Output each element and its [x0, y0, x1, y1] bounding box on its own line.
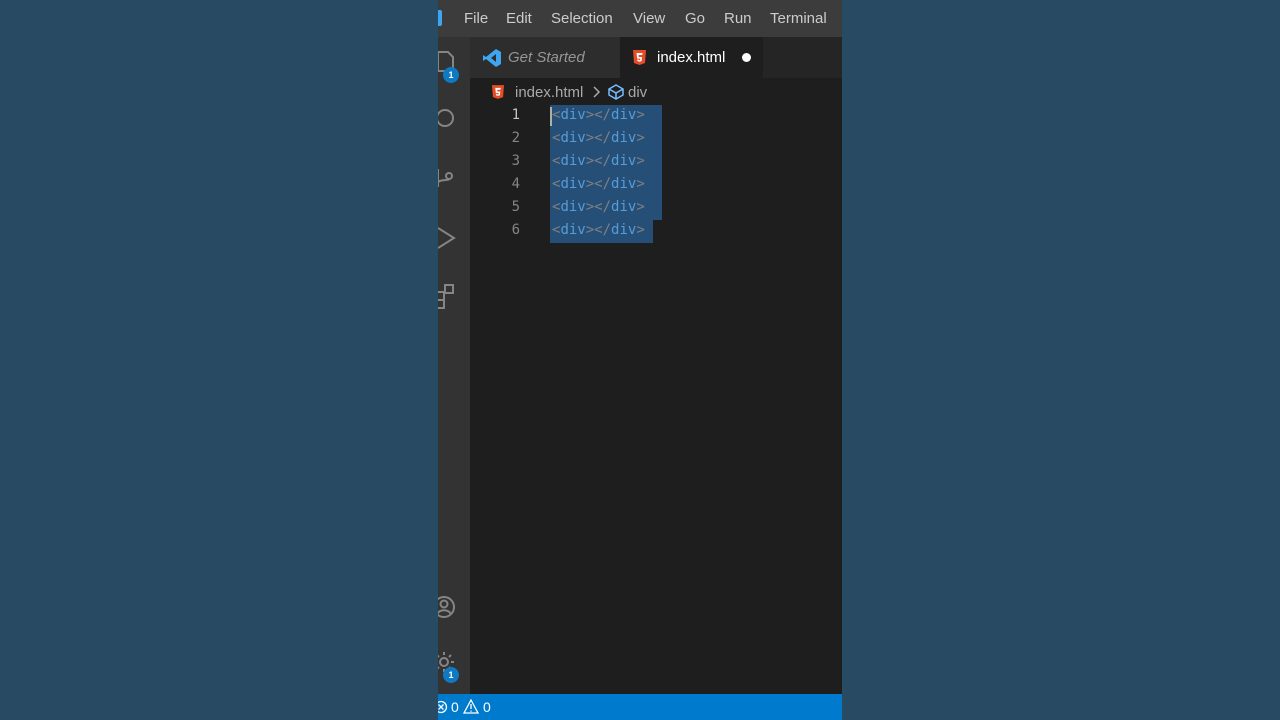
- error-icon: [438, 700, 448, 717]
- breadcrumb-file[interactable]: index.html: [515, 84, 583, 101]
- settings-badge: 1: [443, 667, 459, 683]
- line-number: 6: [511, 222, 520, 238]
- menu-file[interactable]: File: [464, 0, 488, 37]
- breadcrumb: index.html div: [470, 80, 842, 104]
- menu-bar: File Edit Selection View Go Run Terminal: [438, 0, 842, 37]
- breadcrumb-symbol[interactable]: div: [628, 84, 647, 101]
- menu-run[interactable]: Run: [724, 0, 752, 37]
- open-tag: div: [560, 153, 586, 169]
- tab-label: Get Started: [508, 49, 585, 66]
- close-tag: div: [611, 130, 637, 146]
- extensions-icon[interactable]: [438, 282, 460, 319]
- code-line: <div></div>: [552, 107, 645, 123]
- code-line: <div></div>: [552, 176, 645, 192]
- vscode-logo-icon: [438, 10, 442, 26]
- open-tag: div: [560, 107, 586, 123]
- tab-index-html[interactable]: index.html: [620, 37, 763, 78]
- status-bar: 0 0: [438, 694, 842, 720]
- symbol-cube-icon: [607, 83, 625, 105]
- activity-bar: 1 1: [438, 37, 470, 694]
- menu-go[interactable]: Go: [685, 0, 705, 37]
- line-number: 4: [511, 176, 520, 192]
- unsaved-dot-icon[interactable]: [742, 53, 751, 62]
- code-line: <div></div>: [552, 199, 645, 215]
- run-debug-icon[interactable]: [438, 225, 460, 256]
- tab-bar: Get Started index.html: [470, 37, 842, 78]
- line-number: 2: [511, 130, 520, 146]
- warning-count[interactable]: 0: [483, 699, 491, 715]
- code-line: <div></div>: [552, 130, 645, 146]
- close-tag: div: [611, 222, 637, 238]
- close-tag: div: [611, 107, 637, 123]
- warning-icon: [462, 698, 480, 717]
- close-tag: div: [611, 199, 637, 215]
- tab-get-started[interactable]: Get Started: [470, 37, 620, 78]
- source-control-icon[interactable]: [438, 165, 460, 196]
- open-tag: div: [560, 176, 586, 192]
- menu-view[interactable]: View: [633, 0, 665, 37]
- explorer-badge: 1: [443, 67, 459, 83]
- chevron-right-icon: [592, 85, 602, 103]
- close-tag: div: [611, 153, 637, 169]
- open-tag: div: [560, 199, 586, 215]
- open-tag: div: [560, 130, 586, 146]
- menu-terminal[interactable]: Terminal: [770, 0, 827, 37]
- close-tag: div: [611, 176, 637, 192]
- vscode-icon: [482, 48, 502, 73]
- error-count[interactable]: 0: [451, 699, 459, 715]
- menu-selection[interactable]: Selection: [551, 0, 613, 37]
- code-editor[interactable]: 1 2 3 4 5 6 <div></div> <div></div> <div…: [470, 104, 842, 694]
- accounts-icon[interactable]: [438, 594, 460, 625]
- html5-icon: [492, 85, 504, 103]
- line-number: 5: [511, 199, 520, 215]
- html5-icon: [633, 50, 646, 70]
- line-number: 3: [511, 153, 520, 169]
- open-tag: div: [560, 222, 586, 238]
- menu-edit[interactable]: Edit: [506, 0, 532, 37]
- search-icon[interactable]: [438, 105, 460, 136]
- vscode-window: File Edit Selection View Go Run Terminal…: [438, 0, 842, 720]
- tab-label: index.html: [657, 49, 726, 66]
- line-number: 1: [511, 107, 520, 123]
- code-line: <div></div>: [552, 153, 645, 169]
- text-cursor: [550, 107, 552, 126]
- code-line: <div></div>: [552, 222, 645, 238]
